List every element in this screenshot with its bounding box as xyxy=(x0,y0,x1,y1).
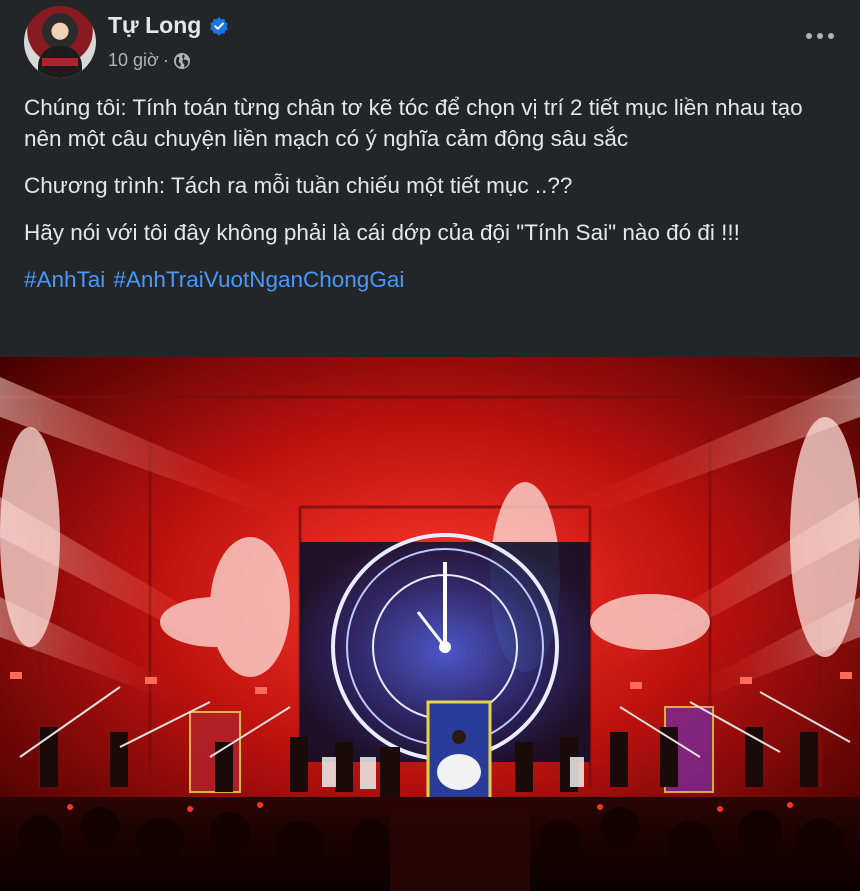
hashtag-link[interactable]: #AnhTraiVuotNganChongGai xyxy=(113,264,404,295)
author-avatar[interactable] xyxy=(24,6,96,78)
post-timestamp[interactable]: 10 giờ xyxy=(108,50,159,71)
post-paragraph: Hãy nói với tôi đây không phải là cái dớ… xyxy=(24,220,740,245)
runway xyxy=(390,807,530,891)
post-body: Chúng tôi: Tính toán từng chân tơ kẽ tóc… xyxy=(24,92,840,295)
meta-separator: · xyxy=(162,50,169,70)
post-paragraph: Chương trình: Tách ra mỗi tuần chiếu một… xyxy=(24,173,573,198)
author-name[interactable]: Tự Long xyxy=(108,12,201,39)
more-dot xyxy=(817,33,823,39)
concert-stage-image xyxy=(0,357,860,891)
verified-badge-icon xyxy=(210,16,229,36)
post-header: Tự Long 10 giờ · xyxy=(24,6,844,78)
avatar-sash xyxy=(42,58,78,66)
author-name-row: Tự Long xyxy=(108,12,229,39)
facebook-post: Tự Long 10 giờ · Chúng tôi: Tính toán từ… xyxy=(0,0,860,891)
more-options-icon[interactable] xyxy=(806,28,838,44)
hashtag-link[interactable]: #AnhTai xyxy=(24,264,105,295)
globe-icon[interactable] xyxy=(173,52,191,70)
more-dot xyxy=(806,33,812,39)
post-paragraph: Chúng tôi: Tính toán từng chân tơ kẽ tóc… xyxy=(24,95,803,151)
post-meta: 10 giờ · xyxy=(108,50,191,71)
more-dot xyxy=(828,33,834,39)
hashtag-list: #AnhTai #AnhTraiVuotNganChongGai xyxy=(24,264,840,295)
post-photo[interactable] xyxy=(0,357,860,891)
